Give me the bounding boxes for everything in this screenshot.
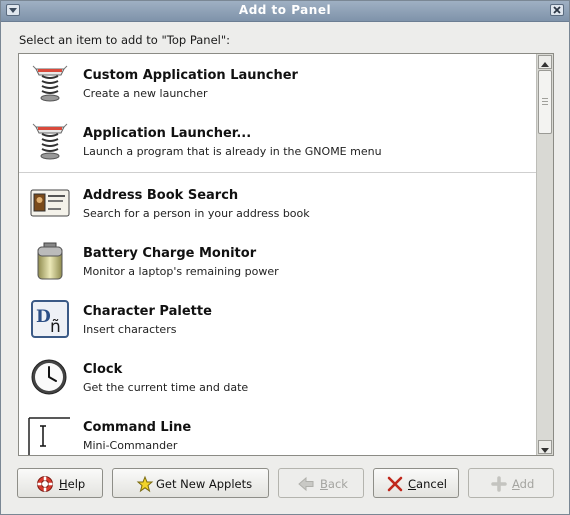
dialog-button-row: Help Get New Applets Back Cancel Add (1, 468, 570, 502)
item-name: Command Line (83, 420, 192, 435)
item-description: Launch a program that is already in the … (83, 145, 382, 158)
list-item-address-book-search[interactable]: Address Book Search Search for a person … (19, 176, 536, 234)
arrow-left-icon (298, 476, 314, 492)
cancel-button[interactable]: Cancel (373, 468, 459, 498)
svg-text:ñ: ñ (50, 317, 61, 337)
character-palette-icon: D ñ (31, 300, 69, 338)
battery-icon (37, 242, 63, 280)
svg-text:D: D (36, 307, 51, 327)
clock-icon (31, 359, 67, 395)
item-description: Create a new launcher (83, 87, 208, 100)
title-bar[interactable]: Add to Panel (1, 1, 569, 22)
item-description: Get the current time and date (83, 381, 249, 394)
thumb-grip (542, 98, 548, 99)
cancel-icon (387, 476, 403, 492)
star-icon (136, 475, 154, 493)
back-button[interactable]: Back (278, 468, 364, 498)
scrollbar-thumb[interactable] (538, 70, 552, 134)
list-item-clock[interactable]: Clock Get the current time and date (19, 350, 536, 408)
get-new-applets-label: Get New Applets (156, 477, 253, 491)
item-description: Insert characters (83, 323, 177, 336)
scroll-up-button[interactable] (538, 55, 552, 69)
list-item-application-launcher[interactable]: Application Launcher... Launch a program… (19, 114, 536, 172)
plus-icon (491, 476, 507, 492)
applet-list[interactable]: Custom Application Launcher Create a new… (18, 53, 554, 456)
item-name: Clock (83, 362, 123, 377)
address-card-icon (30, 189, 70, 217)
arrow-down-icon (541, 448, 549, 453)
list-separator (19, 172, 536, 173)
cancel-label: Cancel (408, 477, 447, 491)
list-item-battery-charge-monitor[interactable]: Battery Charge Monitor Monitor a laptop'… (19, 234, 536, 292)
thumb-grip (542, 101, 548, 102)
help-label: Help (59, 477, 86, 491)
add-label: Add (512, 477, 535, 491)
list-item-command-line[interactable]: Command Line Mini-Commander (19, 408, 536, 455)
window-title: Add to Panel (238, 3, 332, 17)
item-name: Battery Charge Monitor (83, 246, 257, 261)
item-name: Custom Application Launcher (83, 68, 298, 83)
add-to-panel-dialog: Add to Panel Select an item to add to "T… (0, 0, 570, 515)
item-name: Address Book Search (83, 188, 239, 203)
item-description: Mini-Commander (83, 439, 178, 452)
close-icon (553, 6, 561, 14)
select-prompt: Select an item to add to "Top Panel": (19, 33, 231, 47)
item-description: Search for a person in your address book (83, 207, 310, 220)
item-description: Monitor a laptop's remaining power (83, 265, 279, 278)
list-item-custom-application-launcher[interactable]: Custom Application Launcher Create a new… (19, 56, 536, 114)
scroll-down-button[interactable] (538, 440, 552, 454)
vertical-scrollbar[interactable] (536, 54, 553, 455)
thumb-grip (542, 104, 548, 105)
command-line-icon (28, 417, 70, 455)
get-new-applets-button[interactable]: Get New Applets (112, 468, 269, 498)
help-button[interactable]: Help (17, 468, 103, 498)
lifebuoy-icon (37, 476, 53, 492)
launcher-spring-icon (32, 65, 68, 102)
item-name: Application Launcher... (83, 126, 252, 141)
back-label: Back (320, 477, 348, 491)
add-button[interactable]: Add (468, 468, 554, 498)
list-item-character-palette[interactable]: D ñ Character Palette Insert characters (19, 292, 536, 350)
item-name: Character Palette (83, 304, 212, 319)
launcher-spring-icon (32, 123, 68, 160)
window-close-button[interactable] (550, 4, 564, 16)
applet-list-viewport: Custom Application Launcher Create a new… (19, 54, 536, 455)
